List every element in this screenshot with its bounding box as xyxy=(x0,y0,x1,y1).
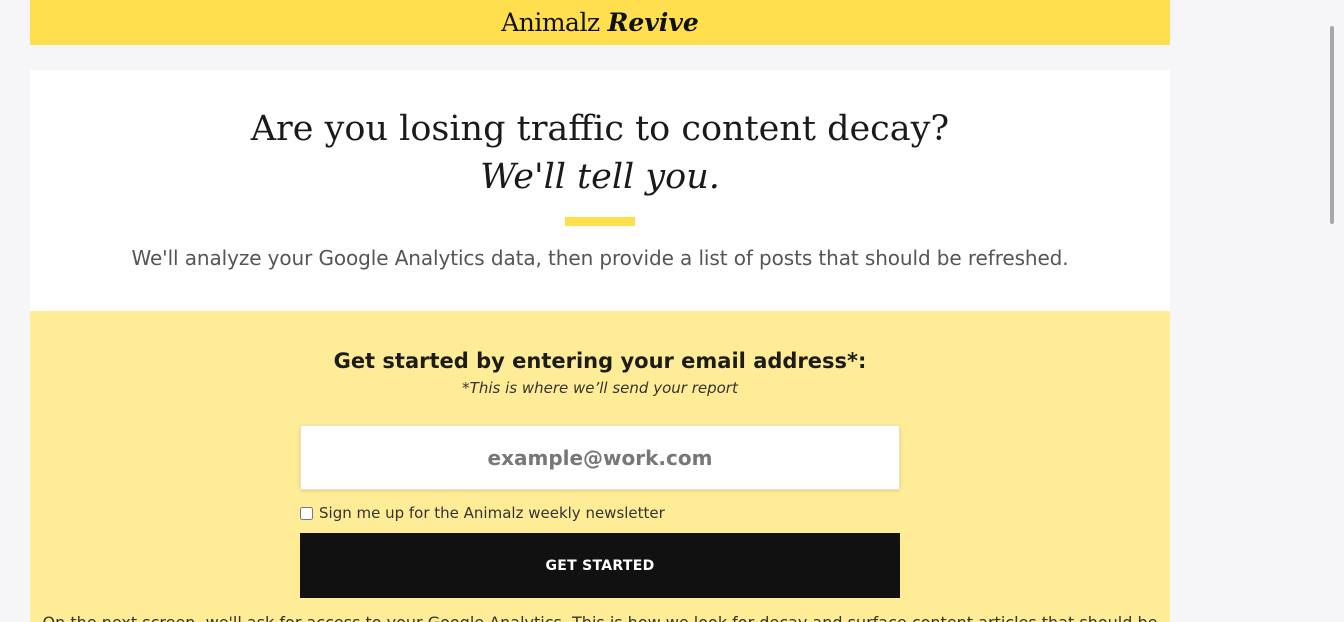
scrollbar-thumb[interactable] xyxy=(1330,26,1334,224)
brand-logo: Animalz xyxy=(501,8,600,37)
hero-description: We'll analyze your Google Analytics data… xyxy=(131,246,1069,270)
email-field[interactable] xyxy=(300,425,900,490)
signup-subtitle: *This is where we’ll send your report xyxy=(462,379,738,397)
newsletter-label: Sign me up for the Animalz weekly newsle… xyxy=(319,504,665,522)
signup-title: Get started by entering your email addre… xyxy=(333,349,867,373)
page: Animalz Revive Are you losing traffic to… xyxy=(30,0,1170,622)
signup-footer-text: On the next screen, we'll ask for access… xyxy=(30,613,1170,622)
signup-section: Get started by entering your email addre… xyxy=(30,311,1170,622)
get-started-button[interactable]: GET STARTED xyxy=(300,533,900,598)
accent-divider xyxy=(565,217,635,226)
hero-section: Are you losing traffic to content decay?… xyxy=(30,70,1170,311)
page-scrollbar[interactable] xyxy=(1327,0,1344,622)
header-bar: Animalz Revive xyxy=(30,0,1170,45)
newsletter-checkbox[interactable] xyxy=(300,506,313,520)
product-name: Revive xyxy=(607,8,699,37)
newsletter-option[interactable]: Sign me up for the Animalz weekly newsle… xyxy=(300,503,665,523)
page-title-italic: We'll tell you. xyxy=(480,157,720,197)
page-title: Are you losing traffic to content decay? xyxy=(250,109,950,149)
